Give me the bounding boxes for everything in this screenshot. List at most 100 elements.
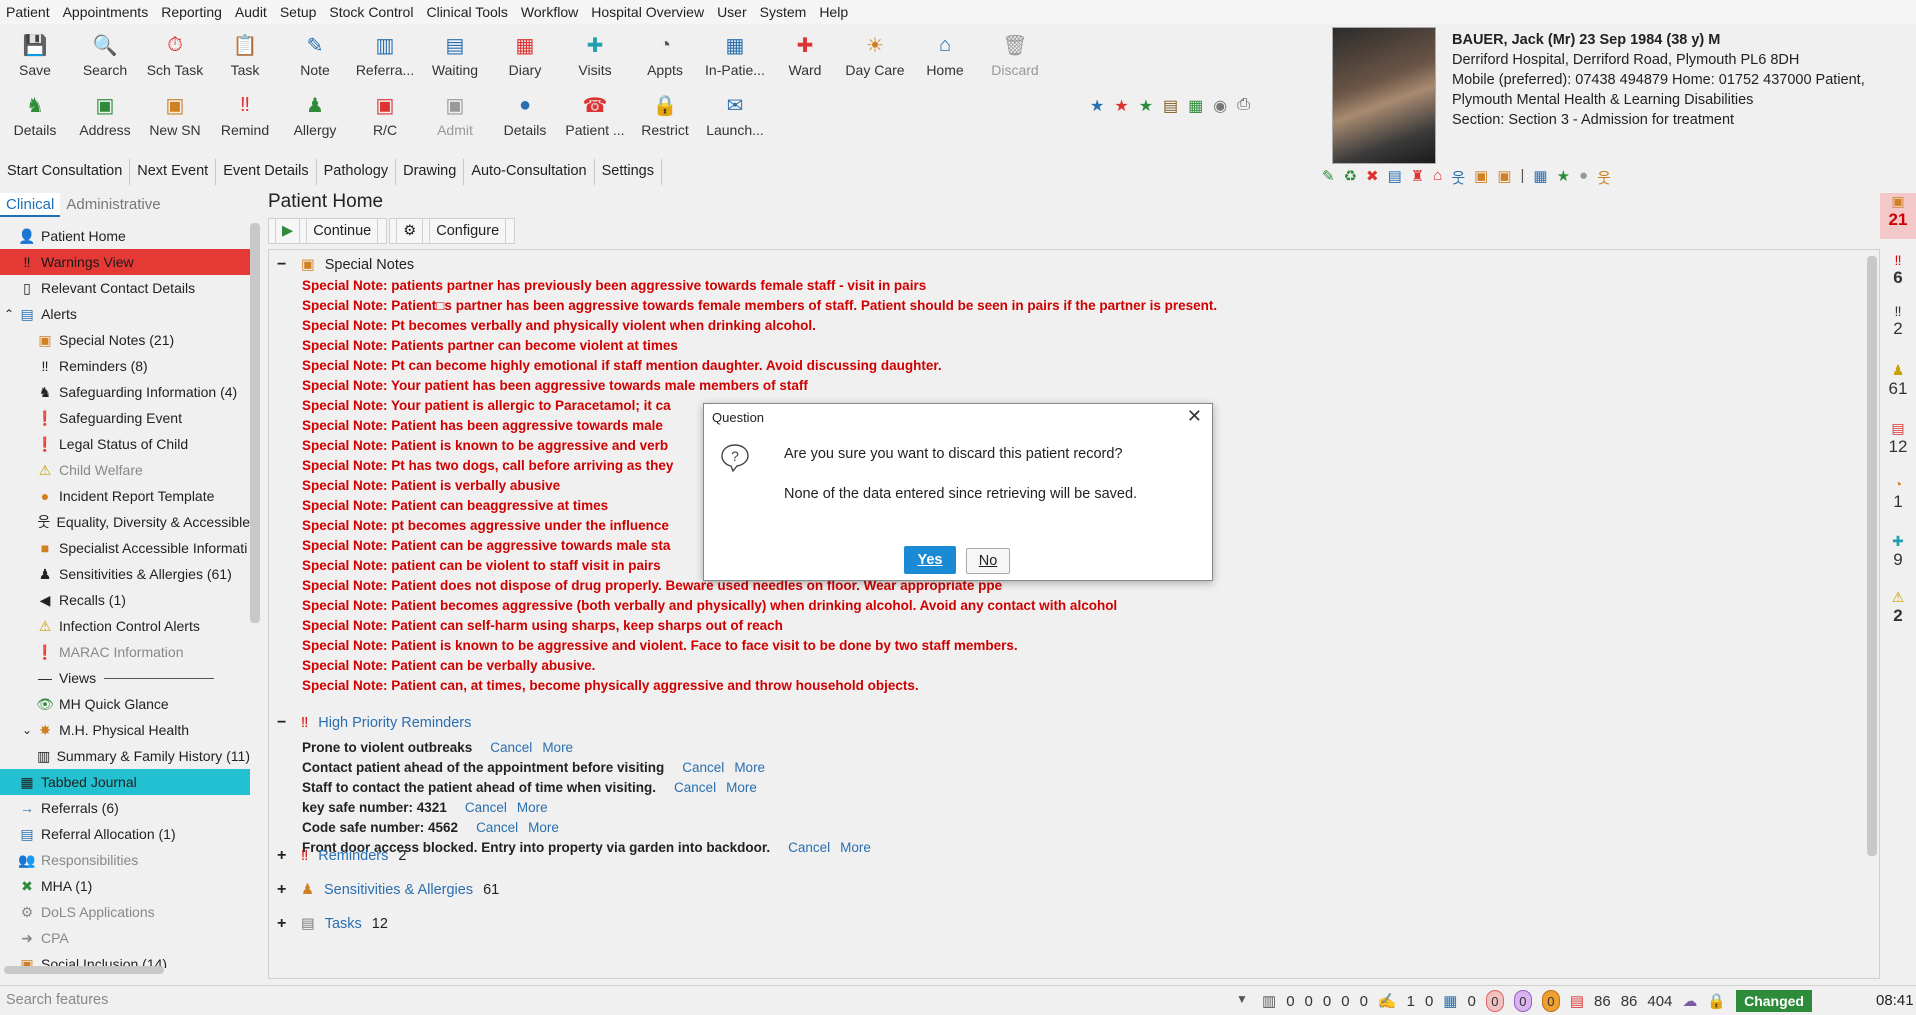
expand-icon[interactable]: + <box>277 881 291 899</box>
sidebar-item-sensitivities-allergies[interactable]: ♟ Sensitivities & Allergies (61) <box>0 561 250 587</box>
continue-button[interactable]: ▶ Continue <box>268 218 388 244</box>
sidebar-item-specialist-accessible-informati[interactable]: ■ Specialist Accessible Informati <box>0 535 250 561</box>
discard-button[interactable]: 🗑 Discard <box>980 26 1050 86</box>
sidebar-item-safeguarding-event[interactable]: ❗ Safeguarding Event <box>0 405 250 431</box>
section-tasks[interactable]: + ▤ Tasks 12 <box>277 915 388 933</box>
chevron-down-icon[interactable]: ⌃ <box>4 307 14 321</box>
appts-button[interactable]: ◔ Appts <box>630 26 700 86</box>
tab-start-consultation[interactable]: Start Consultation <box>0 159 131 185</box>
allergy-button[interactable]: ♟ Allergy <box>280 86 350 146</box>
referra-button[interactable]: ▥ Referra... <box>350 26 420 86</box>
remind-button[interactable]: ‼ Remind <box>210 86 280 146</box>
tab-next-event[interactable]: Next Event <box>130 159 217 185</box>
menu-stock-control[interactable]: Stock Control <box>329 4 413 20</box>
star-green-icon[interactable]: ★ <box>1557 167 1570 188</box>
menu-system[interactable]: System <box>760 4 807 20</box>
launch-button[interactable]: ✉ Launch... <box>700 86 770 146</box>
sidebar-item-incident-report-template[interactable]: ● Incident Report Template <box>0 483 250 509</box>
diary-button[interactable]: ▦ Diary <box>490 26 560 86</box>
counter-badge[interactable]: ⚠ 2 <box>1880 589 1916 626</box>
counter-badge[interactable]: ♟ 61 <box>1880 362 1916 399</box>
menu-reporting[interactable]: Reporting <box>161 4 222 20</box>
patient-name[interactable]: BAUER, Jack (Mr) 23 Sep 1984 (38 y) M <box>1452 30 1912 50</box>
collapse-icon[interactable]: − <box>277 256 291 274</box>
sidebar-item-m-h-physical-health[interactable]: ⌄ ✸ M.H. Physical Health <box>0 717 250 743</box>
section-reminders[interactable]: + ‼ Reminders 2 <box>277 847 406 865</box>
sidebar-item-legal-status-of-child[interactable]: ❗ Legal Status of Child <box>0 431 250 457</box>
tool-icon[interactable]: ♻ <box>1344 167 1357 188</box>
sidebar-item-child-welfare[interactable]: ⚠ Child Welfare <box>0 457 250 483</box>
counter-badge[interactable]: ◔ 1 <box>1880 476 1916 512</box>
tree-scrollbar[interactable] <box>250 223 260 623</box>
tool-icon[interactable]: ✎ <box>1322 167 1335 188</box>
counter-badge[interactable]: ‼ 2 <box>1880 303 1916 339</box>
sidebar-item-referrals[interactable]: → Referrals (6) <box>0 795 250 821</box>
status-pill[interactable]: 0 <box>1485 990 1504 1012</box>
search-features-input[interactable]: Search features <box>6 992 108 1008</box>
home-icon[interactable]: ⌂ <box>1433 167 1442 188</box>
patient-photo[interactable] <box>1332 27 1436 164</box>
more-link[interactable]: More <box>542 740 573 755</box>
more-link[interactable]: More <box>726 780 757 795</box>
lock-icon[interactable]: 🔒 <box>1707 992 1726 1010</box>
tool-icon[interactable]: ▦ <box>1533 167 1547 188</box>
status-pill[interactable]: 0 <box>1541 990 1560 1012</box>
sidebar-item-alerts[interactable]: ⌃ ▤ Alerts <box>0 301 250 327</box>
sidebar-item-marac-information[interactable]: ❗ MARAC Information <box>0 639 250 665</box>
menu-help[interactable]: Help <box>819 4 848 20</box>
sidebar-item-summary-family-history[interactable]: ▥ Summary & Family History (11) <box>0 743 250 769</box>
tray-icon[interactable]: ▦ <box>1188 96 1203 116</box>
new-sn-button[interactable]: ▣ New SN <box>140 86 210 146</box>
menu-appointments[interactable]: Appointments <box>63 4 149 20</box>
sidebar-item-special-notes[interactable]: ▣ Special Notes (21) <box>0 327 250 353</box>
patient-button[interactable]: ☎ Patient ... <box>560 86 630 146</box>
home-button[interactable]: ⌂ Home <box>910 26 980 86</box>
details-button[interactable]: ♞ Details <box>0 86 70 146</box>
tool-icon[interactable]: ♜ <box>1411 167 1424 188</box>
star-green-icon[interactable]: ★ <box>1139 96 1153 116</box>
menu-setup[interactable]: Setup <box>280 4 317 20</box>
sch-task-button[interactable]: ⏱ Sch Task <box>140 26 210 86</box>
admit-button[interactable]: ▣ Admit <box>420 86 490 146</box>
menu-workflow[interactable]: Workflow <box>521 4 578 20</box>
note-button[interactable]: ✎ Note <box>280 26 350 86</box>
day-care-button[interactable]: ☀ Day Care <box>840 26 910 86</box>
menu-user[interactable]: User <box>717 4 747 20</box>
tree-scrollbar-horizontal[interactable] <box>4 966 164 974</box>
section-sensitivities-allergies[interactable]: + ♟ Sensitivities & Allergies 61 <box>277 881 499 899</box>
ward-button[interactable]: ✚ Ward <box>770 26 840 86</box>
sidebar-item-patient-home[interactable]: 👤 Patient Home <box>0 223 250 249</box>
close-icon[interactable]: ✕ <box>1187 406 1202 427</box>
sidebar-item-infection-control-alerts[interactable]: ⚠ Infection Control Alerts <box>0 613 250 639</box>
tab-settings[interactable]: Settings <box>595 159 662 185</box>
more-link[interactable]: More <box>734 760 765 775</box>
tab-drawing[interactable]: Drawing <box>396 159 465 185</box>
sidebar-item-safeguarding-information[interactable]: ♞ Safeguarding Information (4) <box>0 379 250 405</box>
person-icon[interactable]: 웃 <box>1451 167 1465 188</box>
cancel-link[interactable]: Cancel <box>490 740 532 755</box>
sidebar-item-dols-applications[interactable]: ⚙ DoLS Applications <box>0 899 250 925</box>
no-button[interactable]: No <box>966 548 1010 574</box>
search-button[interactable]: 🔍 Search <box>70 26 140 86</box>
sidebar-item-reminders[interactable]: ‼ Reminders (8) <box>0 353 250 379</box>
sidebar-item-mh-quick-glance[interactable]: 👁 MH Quick Glance <box>0 691 250 717</box>
cancel-link[interactable]: Cancel <box>674 780 716 795</box>
sidebar-item-recalls[interactable]: ◀ Recalls (1) <box>0 587 250 613</box>
sidebar-item-warnings-view[interactable]: ‼ Warnings View <box>0 249 250 275</box>
sidebar-item-views[interactable]: — Views <box>0 665 250 691</box>
r-c-button[interactable]: ▣ R/C <box>350 86 420 146</box>
high-priority-reminders-header[interactable]: − ‼ High Priority Reminders <box>277 714 471 732</box>
sidebar-item-responsibilities[interactable]: 👥 Responsibilities <box>0 847 250 873</box>
menu-patient[interactable]: Patient <box>6 4 50 20</box>
cancel-link[interactable]: Cancel <box>465 800 507 815</box>
sidebar-item-mha[interactable]: ✖ MHA (1) <box>0 873 250 899</box>
notification-icon[interactable]: ☁ <box>1682 992 1697 1010</box>
sidebar-item-cpa[interactable]: ➜ CPA <box>0 925 250 951</box>
printer-icon[interactable]: ⎙ <box>1237 96 1250 116</box>
tab-administrative[interactable]: Administrative <box>60 193 166 217</box>
restrict-button[interactable]: 🔒 Restrict <box>630 86 700 146</box>
counter-badge[interactable]: ✚ 9 <box>1880 533 1916 570</box>
note-icon[interactable]: ▣ <box>1474 167 1488 188</box>
dropdown-arrow-icon[interactable]: ▼ <box>1236 992 1248 1006</box>
cancel-link[interactable]: Cancel <box>682 760 724 775</box>
